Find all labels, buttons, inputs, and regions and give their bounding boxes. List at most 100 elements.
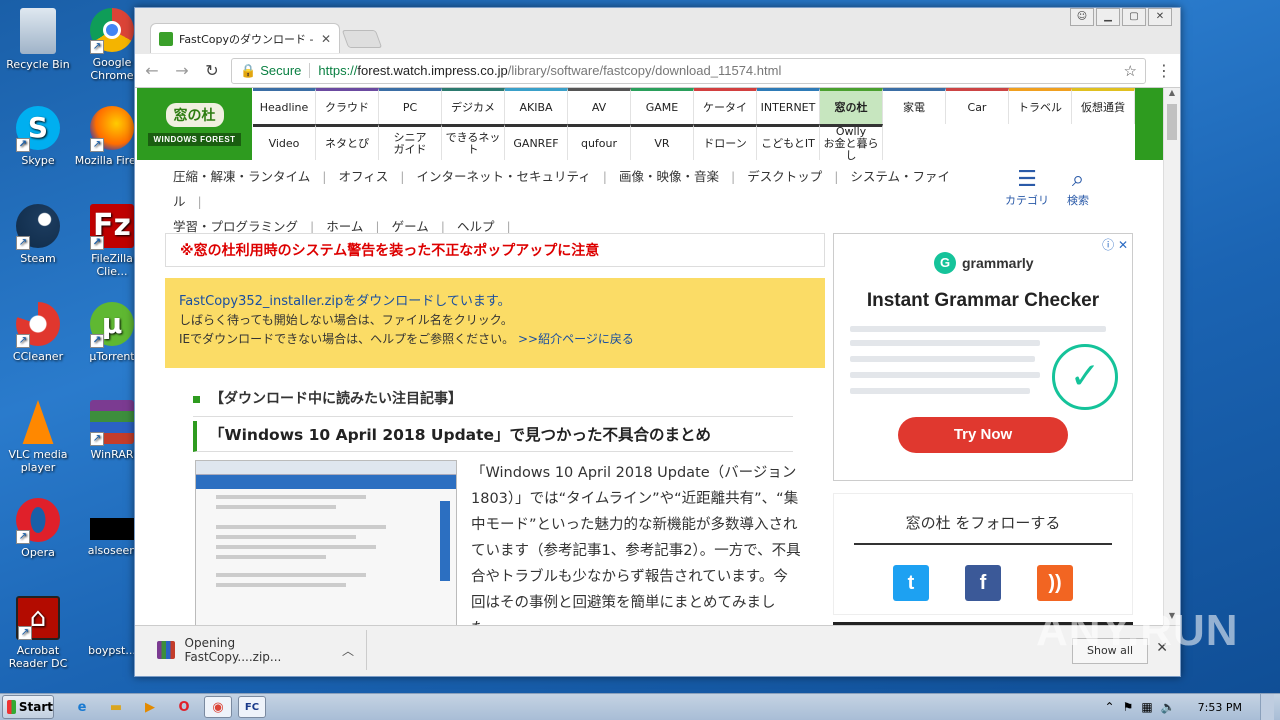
- nav-item[interactable]: GANREF: [505, 124, 568, 160]
- page-scrollbar[interactable]: ▲ ▼: [1163, 88, 1180, 625]
- site-nav: Headline クラウド PC デジカメ AKIBA AV GAME ケータイ INTERNE…: [253, 88, 1135, 161]
- clock[interactable]: 7:53 PM: [1198, 701, 1242, 714]
- flag-icon[interactable]: ⚑: [1123, 700, 1134, 714]
- category-separator: |: [400, 169, 405, 184]
- nav-item[interactable]: クラウド: [316, 88, 379, 124]
- article-body: 「Windows 10 April 2018 Update（バージョン 1803…: [471, 465, 801, 625]
- site-logo[interactable]: 窓の杜 WINDOWS FOREST: [137, 88, 252, 160]
- network-icon[interactable]: ▦: [1141, 700, 1152, 714]
- bookmark-star-icon[interactable]: ☆: [1124, 62, 1137, 80]
- article-thumbnail[interactable]: [195, 460, 457, 625]
- desktop-icon-acrobat[interactable]: ⌂ ↗ Acrobat Reader DC: [0, 596, 76, 670]
- category-link[interactable]: 学習・プログラミング: [173, 219, 298, 234]
- file-icon: [90, 596, 134, 640]
- profile-icon[interactable]: ☺: [1070, 8, 1094, 26]
- menu-icon[interactable]: ⋮: [1154, 61, 1174, 80]
- category-link[interactable]: ゲーム: [392, 219, 429, 234]
- nav-item[interactable]: 仮想通貨: [1072, 88, 1135, 124]
- ad-choices-icon[interactable]: ⓘ ✕: [1102, 236, 1128, 253]
- desktop-icon-recycle-bin[interactable]: Recycle Bin: [0, 8, 76, 71]
- nav-item[interactable]: シニア ガイド: [379, 124, 442, 160]
- desktop-icon-steam[interactable]: ↗ Steam: [0, 204, 76, 265]
- section-heading: 【ダウンロード中に読みたい注目記事】: [193, 388, 793, 417]
- facebook-icon[interactable]: f: [965, 565, 1001, 601]
- nav-item[interactable]: INTERNET: [757, 88, 820, 124]
- chrome-icon: ↗: [90, 8, 134, 54]
- url-path: /library/software/fastcopy/download_1157…: [507, 63, 782, 78]
- chevron-up-icon[interactable]: ︿: [342, 642, 354, 659]
- close-button[interactable]: ✕: [1148, 8, 1172, 26]
- new-tab-button[interactable]: [341, 30, 383, 48]
- nav-item[interactable]: 窓の杜: [820, 88, 883, 124]
- search-button[interactable]: ⌕ 検索: [1067, 168, 1089, 208]
- opera-taskbar-icon[interactable]: O: [170, 696, 198, 718]
- tray-expand-icon[interactable]: ⌃: [1105, 700, 1115, 714]
- nav-item[interactable]: qufour: [568, 124, 631, 160]
- download-item[interactable]: Opening FastCopy....zip... ︿: [143, 630, 367, 670]
- download-filename-link[interactable]: FastCopy352_installer.zip: [179, 294, 343, 309]
- notice-line3: IEでダウンロードできない場合は、ヘルプをご参照ください。: [179, 332, 515, 346]
- desktop-icon-vlc[interactable]: VLC media player: [0, 400, 76, 474]
- desktop-icon-opera[interactable]: ↗ Opera: [0, 498, 76, 559]
- category-link[interactable]: ヘルプ: [457, 219, 495, 234]
- nav-item[interactable]: Owlly お金と暮らし: [820, 124, 883, 161]
- fastcopy-taskbar-icon[interactable]: FC: [238, 696, 266, 718]
- desktop-icon-ccleaner[interactable]: ↗ CCleaner: [0, 302, 76, 363]
- url-scheme: https://: [318, 63, 358, 78]
- security-alert-link[interactable]: ※窓の杜利用時のシステム警告を装った不正なポップアップに注意: [165, 233, 825, 267]
- category-link[interactable]: 圧縮・解凍・ランタイム: [173, 169, 310, 184]
- rss-icon[interactable]: )): [1037, 565, 1073, 601]
- back-icon[interactable]: ←: [141, 61, 163, 80]
- nav-item[interactable]: AV: [568, 88, 631, 124]
- nav-item[interactable]: できるネット: [442, 124, 505, 160]
- advertisement[interactable]: ⓘ ✕ Ggrammarly Instant Grammar Checker ✓…: [833, 233, 1133, 481]
- article-title-link[interactable]: 「Windows 10 April 2018 Update」で見つかった不具合の…: [193, 421, 793, 452]
- forward-icon[interactable]: →: [171, 61, 193, 80]
- chrome-taskbar-icon[interactable]: ◉: [204, 696, 232, 718]
- tab-close-icon[interactable]: ✕: [321, 32, 331, 46]
- category-link[interactable]: ホーム: [326, 219, 363, 234]
- scroll-up-icon[interactable]: ▲: [1164, 88, 1180, 102]
- nav-item[interactable]: トラベル: [1009, 88, 1072, 124]
- ad-line: [850, 388, 1030, 394]
- reload-icon[interactable]: ↻: [201, 61, 223, 80]
- nav-item[interactable]: こどもとIT: [757, 124, 820, 160]
- nav-item[interactable]: デジカメ: [442, 88, 505, 124]
- desktop-icon-skype[interactable]: S ↗ Skype: [0, 106, 76, 167]
- watermark: ANY.RUN: [1036, 606, 1239, 655]
- category-nav: 圧縮・解凍・ランタイム | オフィス | インターネット・セキュリティ | 画像・映像・音楽…: [173, 164, 973, 239]
- explorer-icon[interactable]: ▬: [102, 696, 130, 718]
- category-link[interactable]: 画像・映像・音楽: [619, 169, 719, 184]
- browser-tab[interactable]: FastCopyのダウンロード - 窓の ✕: [150, 23, 340, 53]
- category-link[interactable]: インターネット・セキュリティ: [416, 169, 590, 184]
- nav-item[interactable]: ケータイ: [694, 88, 757, 124]
- nav-item[interactable]: PC: [379, 88, 442, 124]
- category-link[interactable]: デスクトップ: [747, 169, 822, 184]
- windows-flag-icon: [7, 700, 16, 714]
- nav-item[interactable]: 家電: [883, 88, 946, 124]
- nav-item[interactable]: ネタとぴ: [316, 124, 379, 160]
- start-button[interactable]: Start: [2, 695, 54, 719]
- volume-icon[interactable]: 🔈: [1161, 700, 1176, 714]
- category-button[interactable]: ☰ カテゴリ: [1005, 168, 1049, 208]
- address-bar[interactable]: 🔒 Secure https://forest.watch.impress.co…: [231, 57, 1146, 84]
- show-desktop-button[interactable]: [1260, 694, 1274, 720]
- twitter-icon[interactable]: t: [893, 565, 929, 601]
- checkmark-icon: ✓: [1052, 344, 1118, 410]
- minimize-button[interactable]: ▁: [1096, 8, 1120, 26]
- maximize-button[interactable]: ▢: [1122, 8, 1146, 26]
- media-player-icon[interactable]: ▶: [136, 696, 164, 718]
- nav-item[interactable]: Car: [946, 88, 1009, 124]
- ie-icon[interactable]: e: [68, 696, 96, 718]
- nav-item[interactable]: Headline: [253, 88, 316, 124]
- scroll-thumb[interactable]: [1167, 104, 1177, 140]
- ad-try-now-button[interactable]: Try Now: [898, 417, 1068, 453]
- category-link[interactable]: オフィス: [338, 169, 388, 184]
- utorrent-icon: µ ↗: [90, 302, 134, 348]
- nav-item[interactable]: AKIBA: [505, 88, 568, 124]
- nav-item[interactable]: GAME: [631, 88, 694, 124]
- back-to-intro-link[interactable]: >>紹介ページに戻る: [518, 332, 634, 346]
- nav-item[interactable]: ドローン: [694, 124, 757, 160]
- nav-item[interactable]: Video: [253, 124, 316, 160]
- nav-item[interactable]: VR: [631, 124, 694, 160]
